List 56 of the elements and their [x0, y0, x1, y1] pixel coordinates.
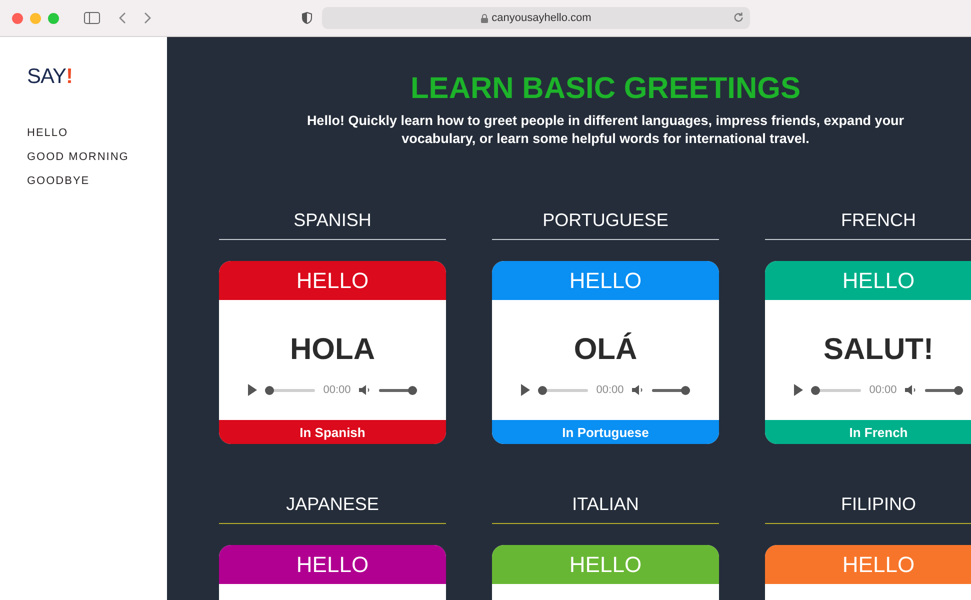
greeting-word: OLÁ [574, 333, 638, 368]
page-title: LEARN BASIC GREETINGS [410, 72, 801, 106]
card-footer: In French [765, 420, 971, 444]
card-header: HELLO [492, 261, 719, 300]
language-heading: JAPANESE [286, 494, 379, 515]
time-text: 00:00 [323, 384, 351, 396]
card-header: HELLO [492, 545, 719, 584]
time-text: 00:00 [596, 384, 624, 396]
forward-icon[interactable] [144, 12, 152, 24]
slider-handle[interactable] [811, 386, 820, 394]
language-heading: ITALIAN [572, 494, 639, 515]
card-header: HELLO [219, 545, 446, 584]
speaker-icon[interactable] [632, 384, 644, 396]
address-bar[interactable]: canyousayhello.com [322, 7, 750, 29]
play-icon[interactable] [794, 384, 804, 396]
slider-handle[interactable] [954, 386, 963, 394]
language-heading: PORTUGUESE [542, 210, 668, 231]
logo[interactable]: SAY! [27, 65, 167, 89]
maximize-dot[interactable] [48, 12, 59, 24]
reload-icon[interactable] [733, 12, 744, 23]
slider[interactable] [538, 386, 588, 394]
slider-handle[interactable] [680, 386, 690, 394]
minimize-dot[interactable] [30, 12, 41, 24]
intro-text: Hello! Quickly learn how to greet people in different languages, impress friends, expand your vocabulary, or learn some helpful words for international travel. [306, 112, 906, 148]
play-icon[interactable] [248, 384, 258, 396]
nav-link[interactable]: GOODBYE [27, 175, 90, 187]
card-header: HELLO [219, 261, 446, 300]
language-heading: FILIPINO [840, 494, 916, 515]
speaker-icon[interactable] [904, 384, 917, 396]
lock-icon [480, 14, 488, 22]
greeting-word: HOLA [290, 333, 375, 368]
greeting-word: SALUT! [824, 333, 934, 368]
language-heading: SPANISH [294, 210, 372, 231]
card-header: HELLO [765, 261, 971, 300]
slider-handle[interactable] [538, 386, 548, 394]
slider[interactable] [378, 386, 417, 394]
sidebar-icon[interactable] [84, 12, 100, 24]
time-text: 00:00 [869, 384, 897, 396]
url-text: canyousayhello.com [492, 12, 592, 24]
card-header: HELLO [765, 545, 971, 584]
language-heading: FRENCH [841, 210, 916, 231]
card-footer: In Portuguese [492, 420, 719, 444]
slider[interactable] [265, 386, 316, 394]
shield-icon[interactable] [302, 12, 312, 24]
nav-link[interactable]: HELLO [27, 127, 68, 139]
play-icon[interactable] [521, 384, 530, 396]
slider[interactable] [924, 386, 963, 394]
close-dot[interactable] [12, 12, 23, 24]
speaker-icon[interactable] [358, 384, 371, 396]
slider-handle[interactable] [265, 386, 274, 394]
slider[interactable] [652, 386, 690, 394]
back-icon[interactable] [118, 12, 126, 24]
card-footer: In Spanish [219, 420, 446, 444]
nav-link[interactable]: GOOD MORNING [27, 151, 129, 163]
slider[interactable] [811, 386, 862, 394]
slider-handle[interactable] [408, 386, 417, 394]
